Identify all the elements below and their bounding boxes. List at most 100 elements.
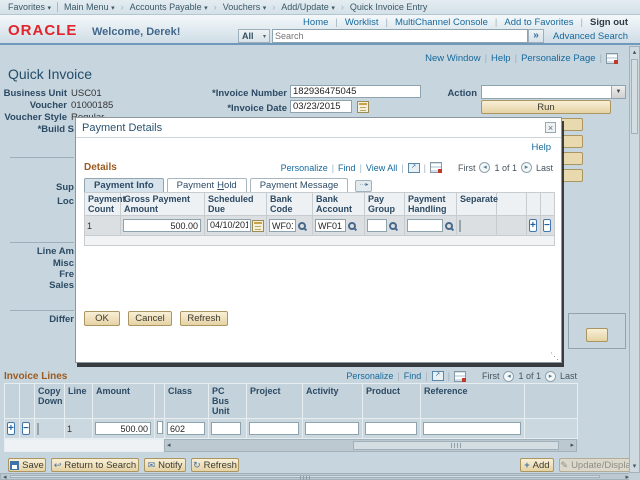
help-link[interactable]: Help <box>491 53 511 64</box>
find-link[interactable]: Find <box>404 371 422 381</box>
link-separator: | <box>515 53 517 64</box>
previous-row-icon[interactable]: ◂ <box>479 162 490 173</box>
scroll-right-icon[interactable]: ▸ <box>570 442 574 449</box>
last-label[interactable]: Last <box>536 163 553 173</box>
add-line-button[interactable]: + <box>7 422 15 435</box>
separate-checkbox[interactable] <box>459 220 461 232</box>
col-pay-group: Pay Group <box>365 193 405 216</box>
gross-payment-amount-input[interactable] <box>123 219 201 232</box>
refresh-toolbar-button[interactable]: ↻ Refresh <box>191 458 239 472</box>
bank-code-input[interactable] <box>269 219 296 232</box>
advanced-search-link[interactable]: Advanced Search <box>553 31 628 42</box>
copy-down-checkbox[interactable] <box>37 423 39 435</box>
vertical-scrollbar-thumb[interactable] <box>631 59 638 134</box>
find-link[interactable]: Find <box>338 163 356 173</box>
grid-scrollbar-thumb[interactable] <box>353 441 559 450</box>
scroll-down-icon[interactable]: ▾ <box>630 463 639 470</box>
first-label[interactable]: First <box>458 163 476 173</box>
delete-line-button[interactable]: − <box>22 422 30 435</box>
amount-input[interactable] <box>95 422 151 435</box>
bank-account-input[interactable] <box>315 219 346 232</box>
reference-input[interactable] <box>423 422 521 435</box>
breadcrumb-add-update[interactable]: Add/Update ▾ <box>281 2 335 12</box>
scroll-left-icon[interactable]: ◂ <box>3 474 7 480</box>
invoice-date-input[interactable] <box>290 100 352 113</box>
invoice-number-input[interactable] <box>290 85 421 98</box>
modal-close-button[interactable]: × <box>545 122 556 133</box>
personalize-link[interactable]: Personalize <box>281 163 328 173</box>
project-input[interactable] <box>249 422 299 435</box>
scroll-up-icon[interactable]: ▴ <box>630 47 639 56</box>
action-dropdown[interactable]: ▼ <box>481 85 626 99</box>
search-scope-dropdown[interactable]: All ▾ <box>238 29 270 43</box>
refresh-button-label: Refresh <box>187 313 220 324</box>
business-unit-value: USC01 <box>71 88 102 99</box>
new-window-link[interactable]: New Window <box>425 53 480 64</box>
class-input[interactable] <box>167 422 205 435</box>
modal-help-link[interactable]: Help <box>531 142 551 153</box>
dropdown-arrow-button[interactable]: ▼ <box>611 86 625 98</box>
page-horizontal-scrollbar[interactable]: ◂ ▸ <box>0 473 640 480</box>
grid-horizontal-scrollbar[interactable]: ◂ ▸ <box>164 439 577 452</box>
search-input[interactable] <box>272 29 528 43</box>
last-label[interactable]: Last <box>560 371 577 381</box>
add-row-button[interactable]: + <box>529 219 537 232</box>
pay-group-lookup-icon[interactable] <box>389 222 397 230</box>
download-to-excel-icon[interactable] <box>430 162 442 173</box>
add-to-favorites-link[interactable]: Add to Favorites <box>504 17 573 28</box>
update-display-button[interactable]: ✎ Update/Display <box>559 458 637 472</box>
next-row-icon[interactable]: ▸ <box>521 162 532 173</box>
show-all-tabs-icon[interactable]: ···▸ <box>355 180 372 192</box>
page-vertical-scrollbar[interactable]: ▴ ▾ <box>629 46 640 473</box>
breadcrumb-vouchers[interactable]: Vouchers ▾ <box>223 2 267 12</box>
refresh-button[interactable]: Refresh <box>180 311 228 326</box>
personalize-link[interactable]: Personalize <box>346 371 393 381</box>
save-button[interactable]: Save <box>8 458 46 472</box>
add-button[interactable]: + Add <box>520 458 554 472</box>
resize-handle[interactable]: ⋱ <box>550 351 559 362</box>
scheduled-due-input[interactable] <box>207 219 251 232</box>
worklist-link[interactable]: Worklist <box>345 17 379 28</box>
return-to-search-button[interactable]: ↩ Return to Search <box>51 458 139 472</box>
product-input[interactable] <box>365 422 417 435</box>
payment-handling-input[interactable] <box>407 219 443 232</box>
calendar-icon[interactable] <box>357 101 369 113</box>
chevron-down-icon: ▾ <box>111 5 115 12</box>
pay-group-input[interactable] <box>367 219 387 232</box>
popup-window-icon[interactable]: ↗ <box>408 163 420 173</box>
popup-window-icon[interactable]: ↗ <box>432 371 444 381</box>
breadcrumb-main-menu[interactable]: Main Menu ▾ <box>64 2 115 12</box>
refresh-icon: ↻ <box>193 461 201 470</box>
breadcrumb-favorites[interactable]: Favorites ▾ <box>8 2 51 12</box>
download-to-excel-icon[interactable] <box>454 371 466 382</box>
previous-row-icon[interactable]: ◂ <box>503 371 514 382</box>
delete-row-button[interactable]: − <box>543 219 551 232</box>
search-go-button[interactable]: » <box>528 29 544 43</box>
col-del <box>541 193 555 216</box>
activity-input[interactable] <box>305 422 359 435</box>
scroll-left-icon[interactable]: ◂ <box>167 442 171 449</box>
ok-button[interactable]: OK <box>84 311 120 326</box>
action-label: Action <box>420 88 477 99</box>
breadcrumb-accounts-payable[interactable]: Accounts Payable ▾ <box>130 2 208 12</box>
personalize-page-link[interactable]: Personalize Page <box>521 53 595 64</box>
payment-handling-lookup-icon[interactable] <box>445 222 453 230</box>
cancel-button[interactable]: Cancel <box>128 311 172 326</box>
sign-out-link[interactable]: Sign out <box>590 17 628 28</box>
next-row-icon[interactable]: ▸ <box>545 371 556 382</box>
bank-account-lookup-icon[interactable] <box>348 222 356 230</box>
notify-button[interactable]: ✉ Notify <box>144 458 186 472</box>
view-all-link[interactable]: View All <box>366 163 397 173</box>
bank-code-lookup-icon[interactable] <box>298 222 306 230</box>
home-link[interactable]: Home <box>303 17 328 28</box>
page-options-icon[interactable] <box>606 53 618 64</box>
link-separator: | <box>581 17 583 28</box>
pc-bus-unit-input[interactable] <box>211 422 241 435</box>
first-label[interactable]: First <box>482 371 500 381</box>
page-scrollbar-thumb[interactable] <box>10 475 600 478</box>
breadcrumb-vouchers-label: Vouchers <box>223 2 261 12</box>
calendar-icon[interactable] <box>252 220 264 232</box>
run-button[interactable]: Run <box>481 100 611 114</box>
multichannel-console-link[interactable]: MultiChannel Console <box>395 17 488 28</box>
scrollbar-corner <box>629 473 640 480</box>
